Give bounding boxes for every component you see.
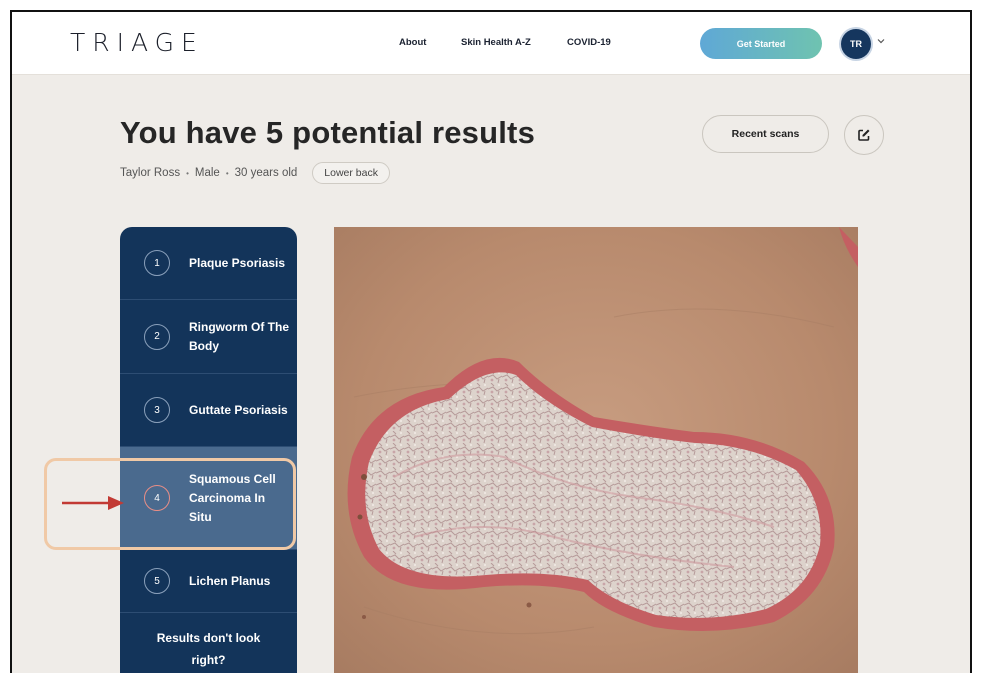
result-item-2[interactable]: 2 Ringworm Of The Body xyxy=(120,300,297,374)
result-number: 1 xyxy=(144,250,170,276)
nav-skin-health-link[interactable]: Skin Health A-Z xyxy=(461,37,531,48)
result-number: 5 xyxy=(144,568,170,594)
page-title: You have 5 potential results xyxy=(120,115,536,150)
body-location-chip: Lower back xyxy=(312,162,390,184)
logo[interactable]: TRIAGE xyxy=(70,28,204,57)
result-item-3[interactable]: 3 Guttate Psoriasis xyxy=(120,374,297,447)
result-item-1[interactable]: 1 Plaque Psoriasis xyxy=(120,227,297,300)
result-number: 3 xyxy=(144,397,170,423)
result-item-5[interactable]: 5 Lichen Planus xyxy=(120,550,297,613)
patient-age: 30 years old xyxy=(234,167,298,179)
result-number: 2 xyxy=(144,323,170,350)
edit-button[interactable] xyxy=(844,115,884,155)
results-feedback-link[interactable]: Results don't look right? xyxy=(120,627,297,671)
edit-square-icon xyxy=(858,129,870,141)
nav-about-link[interactable]: About xyxy=(399,37,426,48)
avatar[interactable]: TR xyxy=(841,29,871,59)
chevron-down-icon[interactable] xyxy=(876,36,886,46)
patient-name: Taylor Ross xyxy=(120,167,181,179)
patient-sex: Male xyxy=(194,167,220,179)
separator-dot-icon: • xyxy=(186,168,189,178)
result-label: Lichen Planus xyxy=(189,573,271,588)
red-arrow-icon xyxy=(62,496,124,510)
get-started-button[interactable]: Get Started xyxy=(700,28,822,59)
result-label: Ringworm Of The Body xyxy=(189,319,289,353)
recent-scans-button[interactable]: Recent scans xyxy=(702,115,829,153)
results-list: 1 Plaque Psoriasis 2 Ringworm Of The Bod… xyxy=(120,227,297,673)
separator-dot-icon: • xyxy=(225,168,229,178)
top-nav: TRIAGE About Skin Health A-Z COVID-19 Ge… xyxy=(12,12,970,75)
result-label: Guttate Psoriasis xyxy=(189,402,288,417)
nav-covid-link[interactable]: COVID-19 xyxy=(567,37,611,48)
app-frame: TRIAGE About Skin Health A-Z COVID-19 Ge… xyxy=(10,10,972,673)
skin-lesion-photo xyxy=(334,227,858,673)
patient-meta: Taylor Ross • Male • 30 years old Lower … xyxy=(120,162,390,184)
feedback-prompt: Results don't look right? xyxy=(156,631,261,667)
result-label: Plaque Psoriasis xyxy=(189,255,286,270)
